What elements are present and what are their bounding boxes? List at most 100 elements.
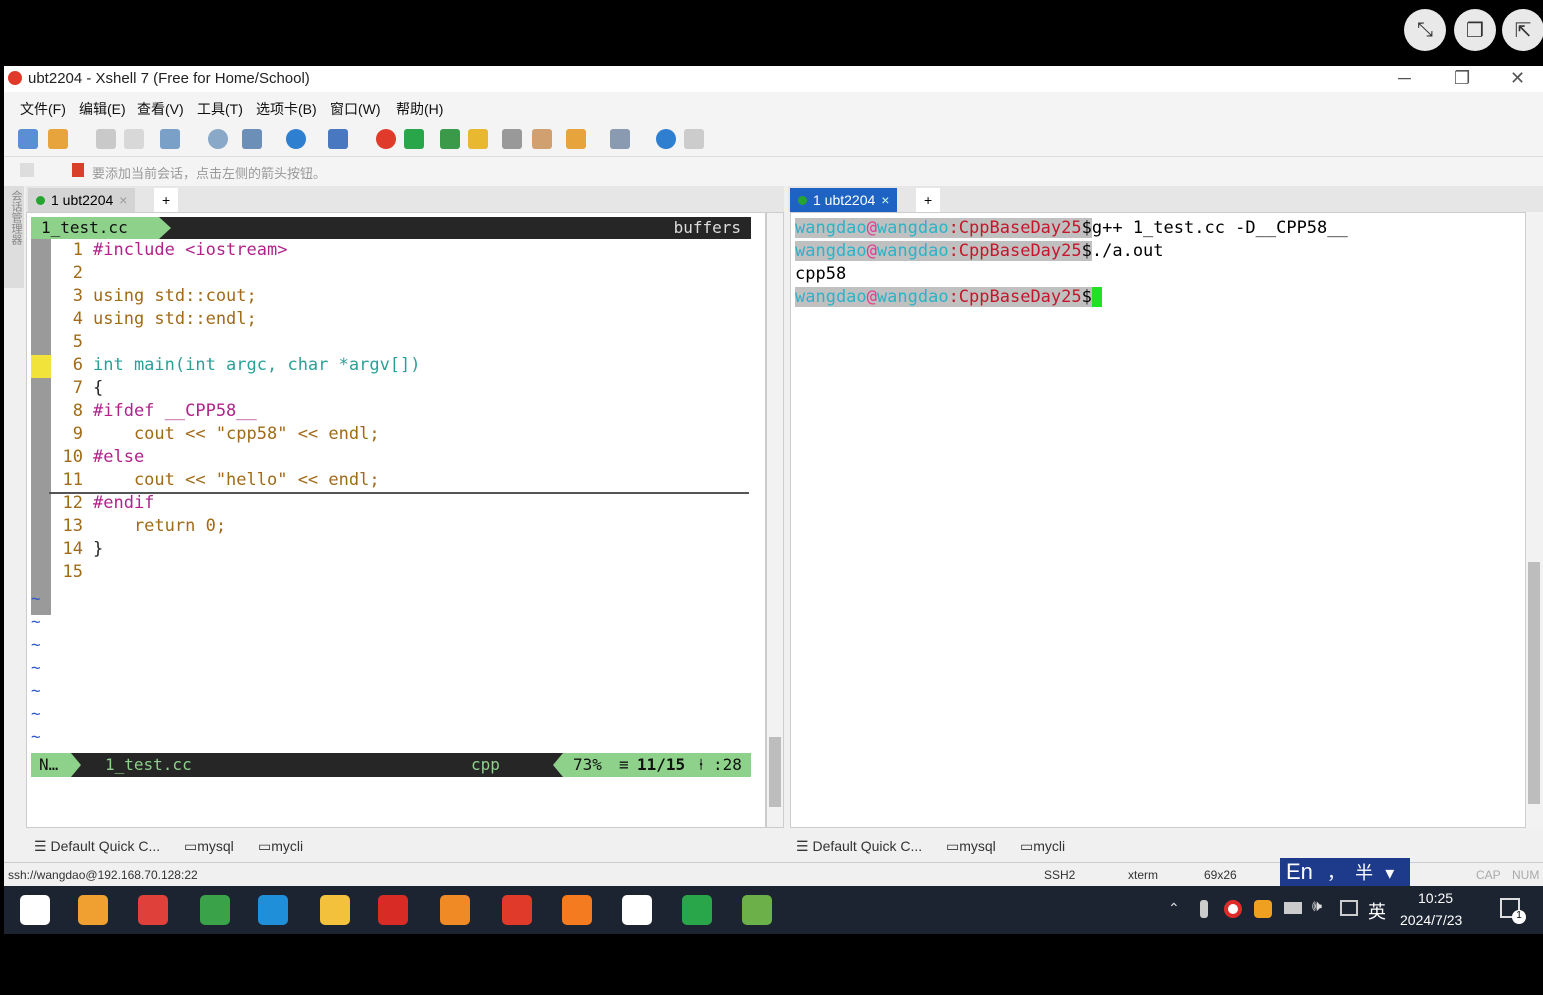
m-app-icon[interactable] [138, 895, 168, 925]
code-line: 2 [27, 262, 747, 285]
terminal-line-2: wangdao@wangdao:CppBaseDay25$./a.out [795, 241, 1164, 261]
ime-lang[interactable]: En [1286, 859, 1313, 884]
globe-icon[interactable] [286, 129, 306, 149]
green-app-icon[interactable] [682, 895, 712, 925]
line-number: 9 [72, 424, 83, 444]
terminal-cursor [1091, 287, 1102, 307]
xftp-icon[interactable] [404, 129, 424, 149]
collapse-icon[interactable]: ⤡ [1404, 9, 1446, 51]
clock-date[interactable]: 2024/7/23 [1400, 912, 1462, 928]
address-icon[interactable] [20, 163, 34, 177]
chrome-icon[interactable] [200, 895, 230, 925]
quick-command-default[interactable]: ☰ Default Quick C... [34, 838, 160, 855]
start-icon[interactable] [20, 895, 50, 925]
search-app-icon[interactable] [78, 895, 108, 925]
quick-command-mycli[interactable]: ▭mycli [258, 838, 303, 855]
code-text: #endif [93, 493, 155, 513]
session-manager-strip[interactable]: 会话管理器 [4, 186, 24, 288]
app-tray-icon[interactable] [1254, 900, 1272, 918]
menu-window[interactable]: 窗口(W) [330, 99, 381, 119]
code-line: 12 #endif [27, 492, 747, 515]
disconnect-icon[interactable] [124, 129, 144, 149]
copy-icon[interactable]: ❐ [1454, 9, 1496, 51]
properties-icon[interactable] [160, 129, 180, 149]
empty-line-marker: ~ [31, 681, 41, 700]
xshell-icon[interactable] [502, 895, 532, 925]
code-line: 3 using std::cout; [27, 285, 747, 308]
font-icon[interactable] [328, 129, 348, 149]
menu-help[interactable]: 帮助(H) [396, 99, 443, 119]
close-button[interactable]: ✕ [1510, 68, 1525, 89]
terminal-type: xterm [1128, 868, 1158, 882]
new-session-icon[interactable] [18, 129, 38, 149]
ime-punct[interactable]: ， [1327, 863, 1345, 883]
quick-command-mycli[interactable]: ▭mycli [1020, 838, 1065, 855]
minimize-button[interactable]: ─ [1398, 68, 1411, 89]
help-icon[interactable] [656, 129, 676, 149]
external-icon[interactable]: ⇱ [1502, 9, 1543, 51]
notepad-icon[interactable] [742, 895, 772, 925]
network-icon[interactable] [1284, 902, 1302, 914]
fullscreen-icon[interactable] [440, 129, 460, 149]
connect-icon[interactable] [96, 129, 116, 149]
menu-tools[interactable]: 工具(T) [197, 99, 243, 119]
typora-icon[interactable] [622, 895, 652, 925]
layout-icon[interactable] [610, 129, 630, 149]
volume-icon[interactable]: 🕪 [1312, 898, 1322, 916]
xshell-icon[interactable] [376, 129, 396, 149]
menu-view[interactable]: 查看(V) [137, 99, 184, 119]
close-tab-icon[interactable]: × [881, 192, 889, 208]
vim-tab-filename: 1_test.cc [31, 217, 171, 239]
copy-app-icon[interactable] [258, 895, 288, 925]
orange-app-icon[interactable] [440, 895, 470, 925]
tray-expand-icon[interactable]: ⌃ [1168, 900, 1180, 917]
close-tab-icon[interactable]: × [119, 192, 127, 208]
lock-icon[interactable] [468, 129, 488, 149]
code-line: 13 return 0; [27, 515, 747, 538]
transfer-icon[interactable] [242, 129, 262, 149]
clock-time[interactable]: 10:25 [1418, 890, 1453, 906]
menu-tab[interactable]: 选项卡(B) [256, 99, 317, 119]
quick-command-mysql[interactable]: ▭mysql [946, 838, 996, 855]
right-scrollbar[interactable] [1526, 212, 1543, 828]
left-scrollbar[interactable] [766, 212, 784, 828]
ime-tray-label[interactable]: 英 [1368, 898, 1386, 924]
vim-editor-pane[interactable]: 1_test.cc buffers 1 #include <iostream> 2 3… [26, 212, 766, 828]
scroll-thumb[interactable] [769, 737, 781, 807]
ime-toolbar[interactable]: En ， 半 ▾ [1280, 858, 1410, 886]
scroll-thumb[interactable] [1528, 562, 1540, 804]
code-line: 7{ [27, 377, 747, 400]
search-icon[interactable] [208, 129, 228, 149]
ime-skin-icon[interactable]: ▾ [1385, 863, 1394, 883]
add-icon[interactable] [566, 129, 586, 149]
record-icon[interactable] [1224, 900, 1242, 918]
folder-icon[interactable] [320, 895, 350, 925]
code-line: 9 cout << "cpp58" << endl; [27, 423, 747, 446]
code-line: 10 #else [27, 446, 747, 469]
new-tab-button[interactable]: + [154, 188, 179, 212]
quick-command-default[interactable]: ☰ Default Quick C... [796, 838, 922, 855]
line-number: 11 [62, 470, 83, 490]
tab-ubt2204-left[interactable]: 1 ubt2204 × [28, 188, 136, 212]
quick-command-mysql[interactable]: ▭mysql [184, 838, 234, 855]
terminal-pane[interactable]: wangdao@wangdao:CppBaseDay25$ g++ 1_test.… [790, 212, 1526, 828]
chat-icon[interactable] [684, 129, 704, 149]
new-tab-button[interactable]: + [916, 188, 941, 212]
wps-icon[interactable] [378, 895, 408, 925]
open-folder-icon[interactable] [48, 129, 68, 149]
code-text: cout << "cpp58" << endl; [93, 424, 380, 444]
mic-icon[interactable] [1200, 900, 1208, 918]
pen-icon[interactable] [532, 129, 552, 149]
menu-edit[interactable]: 编辑(E) [79, 99, 126, 119]
ime-width[interactable]: 半 [1355, 863, 1373, 883]
tab-ubt2204-right[interactable]: 1 ubt2204 × [790, 188, 898, 212]
keyboard-icon[interactable] [502, 129, 522, 149]
xshell-logo-icon [8, 71, 22, 85]
quick-command-bar-right: ☰ Default Quick C... ▭mysql ▭mycli [788, 830, 1543, 860]
vim-col-icon: ⍿ [699, 755, 704, 774]
line-number: 5 [72, 332, 83, 352]
restore-button[interactable]: ❐ [1454, 68, 1470, 89]
keyboard-tray-icon[interactable] [1340, 900, 1358, 916]
network-app-icon[interactable] [562, 895, 592, 925]
menu-file[interactable]: 文件(F) [20, 99, 66, 119]
